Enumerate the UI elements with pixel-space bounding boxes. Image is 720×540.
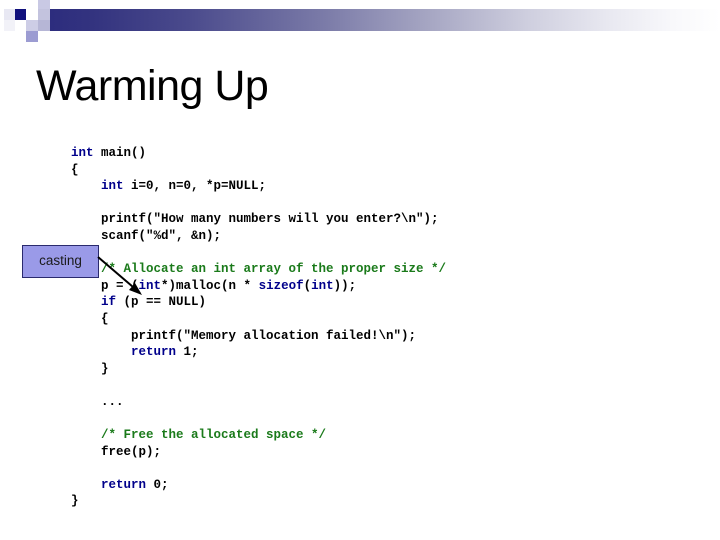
mosaic-square-icon — [4, 9, 15, 20]
mosaic-square-icon — [15, 20, 26, 31]
code-comment: /* Free the allocated space */ — [71, 428, 327, 443]
code-text: printf("Memory allocation failed!\n"); — [71, 328, 417, 343]
casting-callout-label: casting — [39, 253, 82, 268]
code-line: printf("Memory allocation failed!\n"); — [71, 328, 446, 345]
mosaic-square-icon — [38, 0, 50, 9]
mosaic-square-icon — [26, 20, 38, 31]
code-text: )); — [333, 278, 357, 293]
code-line: p = (int*)malloc(n * sizeof(int)); — [71, 278, 446, 295]
code-keyword: return — [71, 477, 147, 492]
code-line: return 0; — [71, 477, 446, 494]
code-text: p = ( — [71, 278, 139, 293]
code-line: { — [71, 162, 446, 179]
code-keyword: int — [71, 179, 124, 194]
code-keyword: int — [311, 278, 334, 293]
code-line: } — [71, 361, 446, 378]
code-text: scanf("%d", &n); — [71, 228, 222, 243]
code-keyword: if — [71, 295, 117, 310]
code-keyword: int — [138, 278, 162, 293]
slide-header-decoration — [0, 0, 720, 46]
code-line: scanf("%d", &n); — [71, 228, 446, 245]
code-line: printf("How many numbers will you enter?… — [71, 211, 446, 228]
code-line: if (p == NULL) — [71, 294, 446, 311]
mosaic-square-icon — [4, 20, 15, 31]
code-block: int main(){ int i=0, n=0, *p=NULL; print… — [71, 145, 446, 510]
code-line: return 1; — [71, 344, 446, 361]
code-text: free(p); — [71, 444, 162, 459]
code-line: free(p); — [71, 444, 446, 461]
code-text: *)malloc(n * — [161, 278, 259, 293]
code-line: } — [71, 493, 446, 510]
page-title: Warming Up — [36, 62, 269, 110]
mosaic-square-icon — [26, 9, 38, 20]
code-text: } — [71, 494, 79, 509]
code-line: /* Free the allocated space */ — [71, 427, 446, 444]
code-line: int i=0, n=0, *p=NULL; — [71, 178, 446, 195]
code-text: 1; — [176, 345, 199, 360]
code-text: } — [71, 361, 109, 376]
mosaic-square-icon — [38, 20, 50, 31]
code-text: 0; — [146, 477, 169, 492]
code-line: ... — [71, 394, 446, 411]
code-line: /* Allocate an int array of the proper s… — [71, 261, 446, 278]
code-text: { — [71, 311, 109, 326]
code-text: i=0, n=0, *p=NULL; — [123, 179, 267, 194]
mosaic-square-icon — [38, 9, 50, 20]
casting-callout-box: casting — [22, 245, 99, 278]
code-text: (p == NULL) — [116, 295, 207, 310]
header-gradient-bar — [38, 9, 720, 31]
code-text: printf("How many numbers will you enter?… — [71, 212, 439, 227]
code-comment: /* Allocate an int array of the proper s… — [71, 262, 447, 277]
code-keyword: int — [71, 146, 94, 160]
code-text: ( — [303, 278, 312, 293]
code-line: { — [71, 311, 446, 328]
code-text: { — [71, 162, 79, 177]
code-keyword: return — [71, 345, 177, 360]
code-keyword: sizeof — [258, 278, 304, 293]
code-line: int main() — [71, 145, 446, 162]
mosaic-square-icon — [26, 0, 38, 9]
code-text: main() — [93, 146, 147, 160]
mosaic-square-dark-icon — [15, 9, 26, 20]
mosaic-square-icon — [26, 31, 38, 42]
code-text: ... — [71, 394, 124, 409]
